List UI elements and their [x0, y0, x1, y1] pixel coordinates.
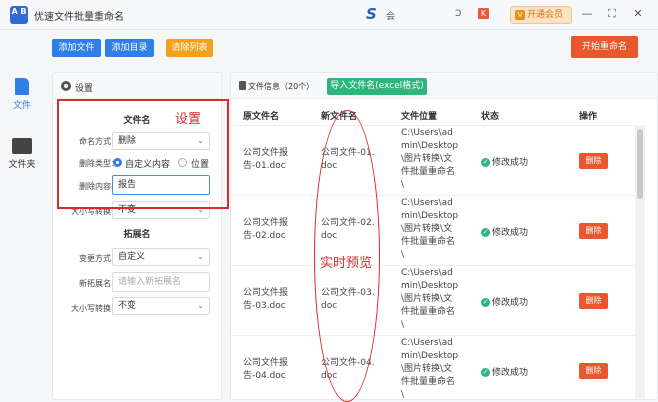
location-cell: C:\Users\ad min\Desktop \图片转换\文 件批量重命名 \ — [401, 268, 459, 330]
vip-label: 开通会员 — [527, 10, 564, 20]
nav-item-file[interactable]: 文件 — [0, 78, 44, 111]
title-bar: A B 优速文件批量重命名 S 会 Ͻ K V 开通会员 — ⛶ ✕ — [0, 0, 658, 30]
delete-row-button[interactable]: 删除 — [579, 363, 608, 379]
add-dir-button[interactable]: 添加目录 — [105, 39, 154, 57]
preview-annotation: 实时预览 — [320, 256, 373, 271]
settings-highlight-box — [57, 99, 229, 209]
gear-icon — [61, 81, 71, 91]
check-icon: ✓ — [481, 298, 490, 307]
table-row: 公司文件报 告-04.doc 公司文件-04. doc C:\Users\ad min… — [231, 335, 635, 400]
table-row: 公司文件报 告-03.doc 公司文件-03. doc C:\Users\ad min… — [231, 265, 635, 335]
left-nav: 文件 文件夹 — [0, 30, 44, 400]
user-status: Ͻ — [455, 9, 462, 19]
document-icon — [239, 81, 246, 90]
orig-name-cell: 公司文件报 告-03.doc — [243, 288, 289, 311]
check-icon: ✓ — [481, 228, 490, 237]
nav-item-folder[interactable]: 文件夹 — [0, 138, 44, 170]
file-panel: 文件信息（20个） 导入文件名(excel格式) 原文件名 新文件名 文件位置 … — [230, 72, 658, 400]
settings-title: 设置 — [75, 84, 94, 94]
nav-item-label: 文件 — [12, 101, 31, 111]
import-excel-button[interactable]: 导入文件名(excel格式) — [327, 78, 427, 95]
col-location: 文件位置 — [401, 112, 438, 122]
table-row: 公司文件报 告-01.doc 公司文件-01. doc C:\Users\ad min… — [231, 125, 635, 195]
location-cell: C:\Users\ad min\Desktop \图片转换\文 件批量重命名 \ — [401, 128, 459, 190]
orig-name-cell: 公司文件报 告-02.doc — [243, 218, 289, 241]
clear-list-button[interactable]: 清除列表 — [166, 39, 213, 57]
vip-button[interactable]: V 开通会员 — [510, 6, 572, 24]
chevron-down-icon: ⌄ — [197, 301, 204, 310]
status-cell: ✓ 修改成功 — [481, 158, 529, 168]
orig-name-cell: 公司文件报 告-04.doc — [243, 358, 289, 381]
settings-header: 设置 — [53, 73, 221, 99]
file-panel-title: 文件信息（20个） — [248, 82, 315, 91]
vertical-scrollbar[interactable] — [635, 125, 645, 399]
ext-mode-label: 变更方式： — [79, 254, 119, 263]
ext-case-select[interactable]: 不变 ⌄ — [112, 297, 210, 315]
maximize-button[interactable]: ⛶ — [605, 7, 619, 21]
delete-row-button[interactable]: 删除 — [579, 293, 608, 309]
nav-item-label: 文件夹 — [8, 160, 36, 170]
check-icon: ✓ — [481, 158, 490, 167]
notification-badge[interactable]: K — [478, 8, 489, 19]
settings-annotation: 设置 — [175, 112, 202, 127]
close-button[interactable]: ✕ — [631, 7, 645, 21]
crown-icon: V — [515, 10, 525, 20]
section-title-extension: 拓展名 — [123, 230, 151, 240]
scrollbar-thumb[interactable] — [637, 129, 643, 199]
ext-mode-select[interactable]: 自定义 ⌄ — [112, 248, 210, 266]
file-icon — [15, 78, 29, 95]
user-logo-icon: S — [366, 5, 377, 23]
col-original-name: 原文件名 — [243, 112, 280, 122]
new-ext-input[interactable]: 请输入新拓展名 — [112, 272, 210, 292]
app-title: 优速文件批量重命名 — [34, 12, 124, 23]
table-row: 公司文件报 告-02.doc 公司文件-02. doc C:\Users\ad min… — [231, 195, 635, 265]
ext-mode-value: 自定义 — [118, 252, 146, 262]
add-file-button[interactable]: 添加文件 — [52, 39, 101, 57]
status-cell: ✓ 修改成功 — [481, 368, 529, 378]
app-logo: A B — [10, 6, 28, 24]
user-name: 会 — [386, 12, 396, 22]
orig-name-cell: 公司文件报 告-01.doc — [243, 148, 289, 171]
start-rename-button[interactable]: 开始重命名 — [571, 36, 638, 58]
delete-row-button[interactable]: 删除 — [579, 153, 608, 169]
col-status: 状态 — [481, 112, 500, 122]
check-icon: ✓ — [481, 368, 490, 377]
file-panel-header: 文件信息（20个） 导入文件名(excel格式) — [231, 73, 657, 99]
location-cell: C:\Users\ad min\Desktop \图片转换\文 件批量重命名 \ — [401, 198, 459, 260]
delete-row-button[interactable]: 删除 — [579, 223, 608, 239]
status-cell: ✓ 修改成功 — [481, 228, 529, 238]
folder-icon — [12, 138, 32, 154]
chevron-down-icon: ⌄ — [197, 252, 204, 261]
minimize-button[interactable]: — — [580, 7, 594, 21]
status-cell: ✓ 修改成功 — [481, 298, 529, 308]
ext-case-label: 大小写转换： — [71, 304, 119, 313]
col-action: 操作 — [579, 112, 598, 122]
location-cell: C:\Users\ad min\Desktop \图片转换\文 件批量重命名 \ — [401, 338, 459, 400]
ext-case-value: 不变 — [118, 301, 137, 311]
new-ext-label: 新拓展名： — [79, 279, 119, 288]
